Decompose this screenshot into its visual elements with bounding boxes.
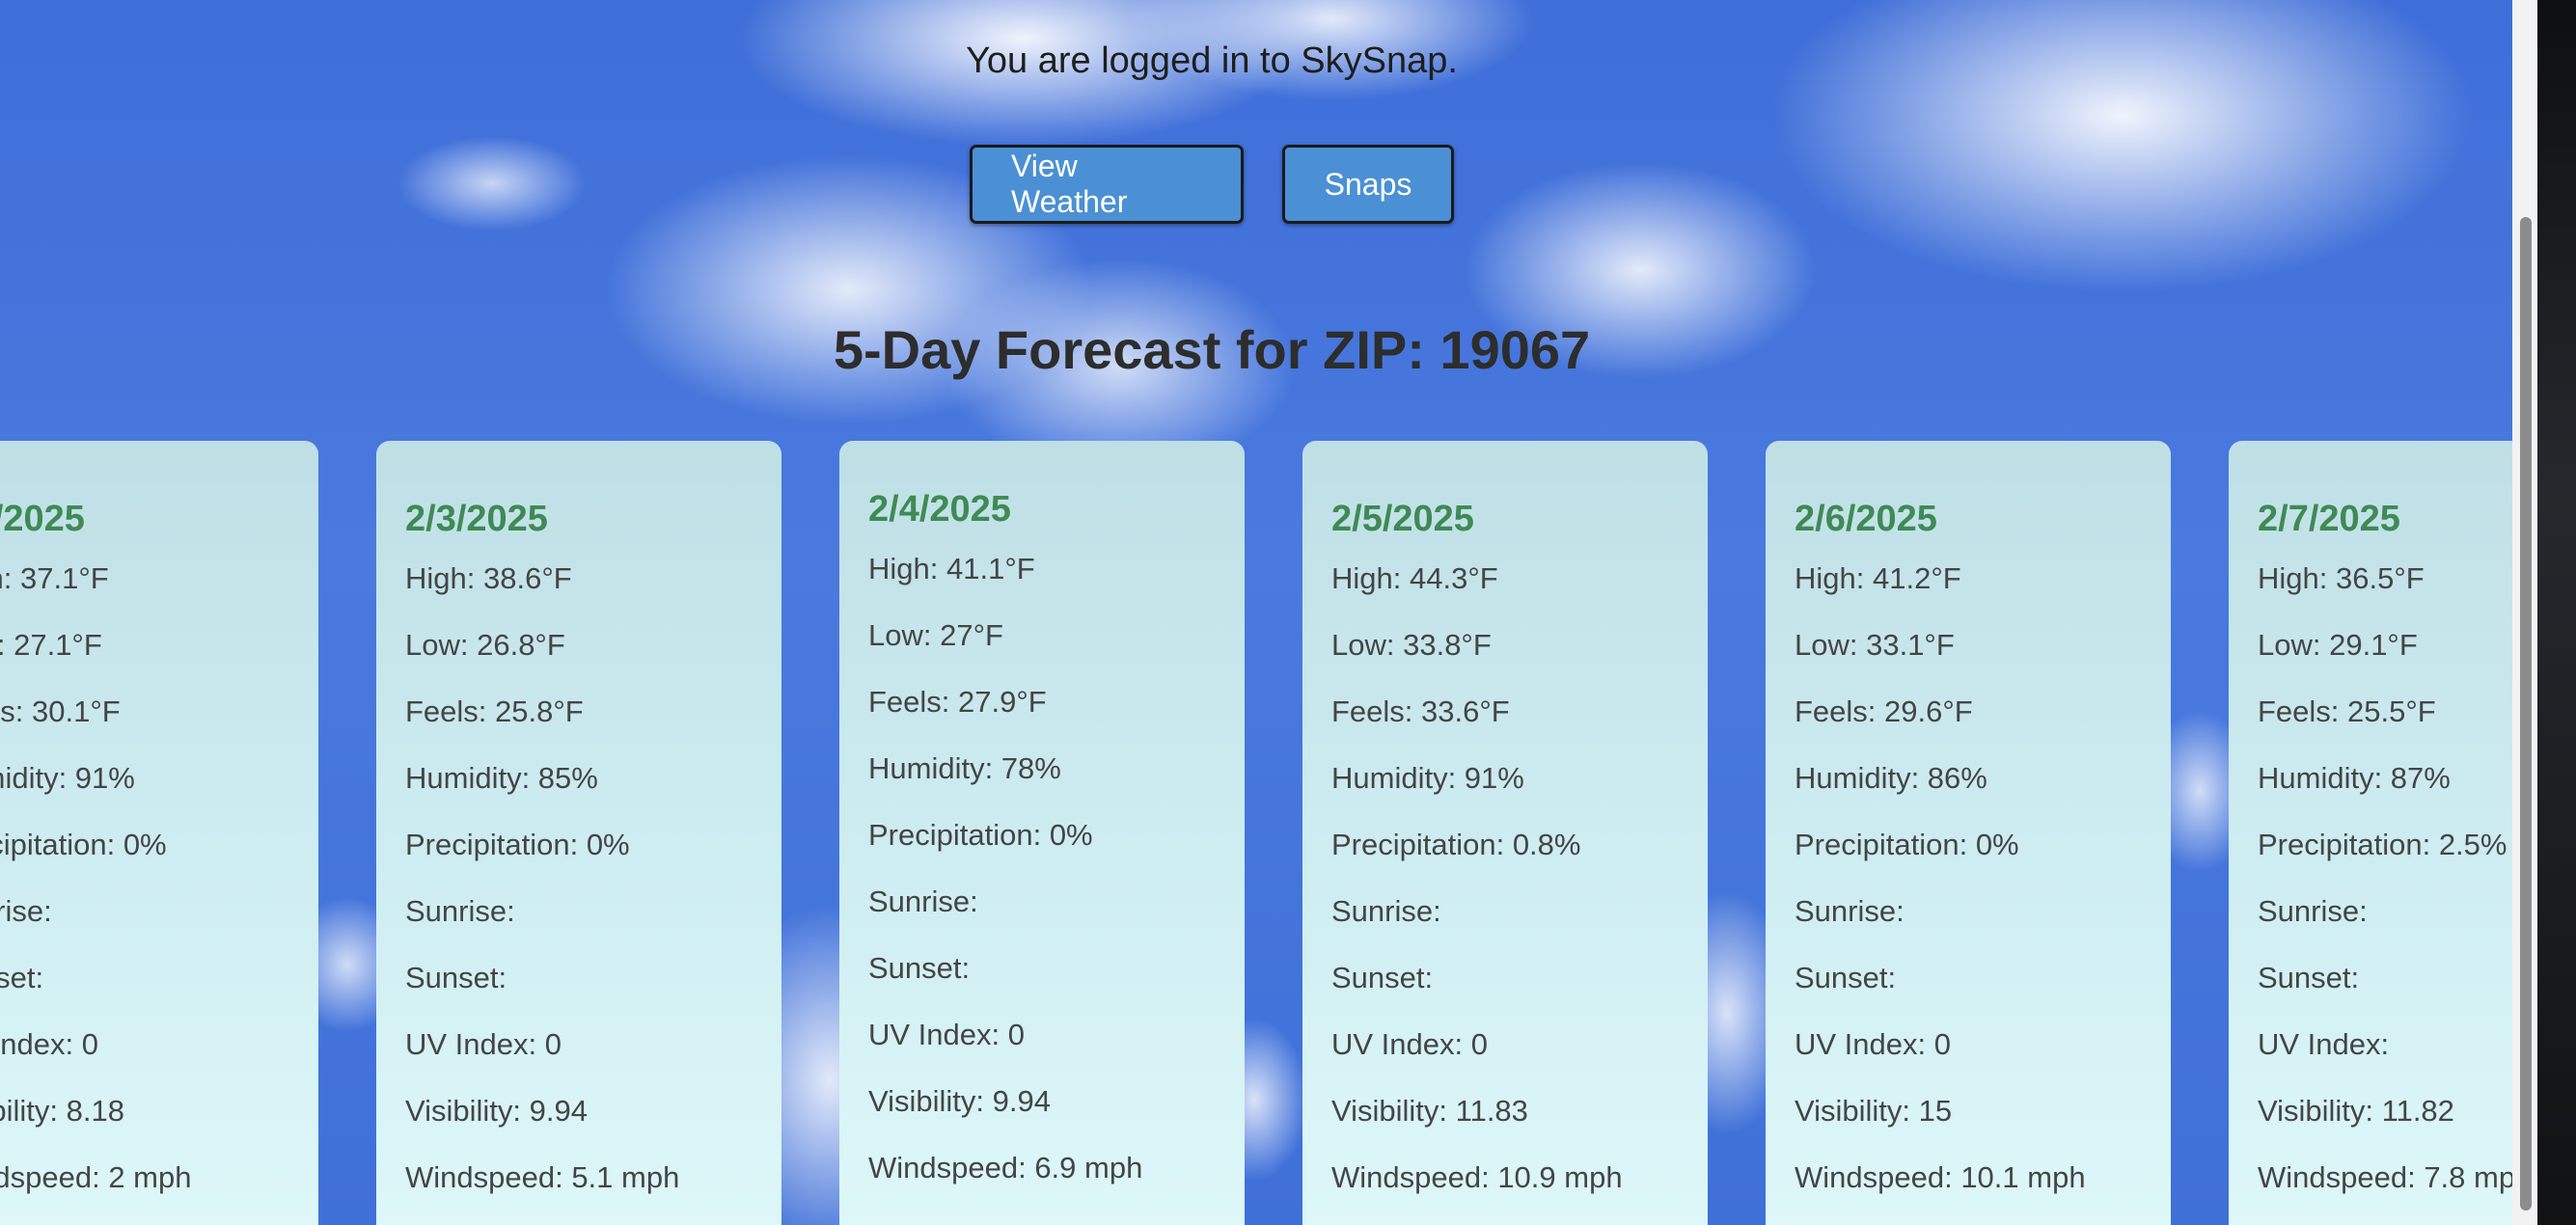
card-precipitation: Precipitation: 2.5% [2258, 828, 2507, 861]
card-feels: Feels: 25.5°F [2258, 694, 2436, 728]
card-sunrise: Sunrise: [2258, 894, 2368, 928]
snaps-button[interactable]: Snaps [1282, 145, 1454, 224]
card-date: 2/7/2025 [2258, 499, 2400, 539]
card-feels: Feels: 33.6°F [1331, 694, 1510, 728]
card-high: High: 38.6°F [405, 561, 572, 595]
view-weather-button[interactable]: View Weather [970, 145, 1244, 224]
card-high: High: 44.3°F [1331, 561, 1498, 595]
card-windspeed: Windspeed: 7.8 mph [2258, 1160, 2512, 1194]
card-visibility: Visibility: 9.94 [868, 1084, 1051, 1118]
card-visibility: Visibility: 11.82 [2258, 1094, 2454, 1128]
forecast-card: 2/4/2025 High: 41.1°F Low: 27°F Feels: 2… [839, 441, 1245, 1225]
nav-buttons: View Weather Snaps [0, 145, 2424, 224]
forecast-title: 5-Day Forecast for ZIP: 19067 [833, 319, 1591, 380]
login-status-message: You are logged in to SkySnap. [966, 41, 1458, 81]
card-windspeed: Windspeed: 6.9 mph [868, 1151, 1143, 1184]
card-sunrise: Sunrise: [1795, 894, 1905, 928]
card-feels: Feels: 30.1°F [0, 694, 121, 728]
card-windspeed: Windspeed: 10.1 mph [1795, 1160, 2086, 1194]
card-sunrise: Sunrise: [868, 885, 978, 918]
sky-background: You are logged in to SkySnap. View Weath… [0, 0, 2512, 1225]
card-high: High: 41.1°F [868, 552, 1035, 585]
card-visibility: Visibility: 15 [1795, 1094, 1953, 1128]
forecast-card: 2/2/2025 High: 37.1°F Low: 27.1°F Feels:… [0, 441, 318, 1225]
card-uv-index: UV Index: [2258, 1027, 2390, 1061]
card-precipitation: Precipitation: 0.8% [1331, 828, 1581, 861]
card-low: Low: 26.8°F [405, 628, 565, 662]
card-sunset: Sunset: [868, 951, 971, 985]
card-feels: Feels: 25.8°F [405, 694, 584, 728]
card-high: High: 37.1°F [0, 561, 109, 595]
card-sunrise: Sunrise: [405, 894, 515, 928]
card-sunset: Sunset: [405, 961, 507, 994]
card-precipitation: Precipitation: 0% [1795, 828, 2019, 861]
card-uv-index: UV Index: 0 [1795, 1027, 1951, 1061]
card-humidity: Humidity: 85% [405, 761, 598, 795]
scrollbar-thumb[interactable] [2520, 217, 2532, 1211]
card-visibility: Visibility: 11.83 [1331, 1094, 1528, 1128]
card-low: Low: 33.8°F [1331, 628, 1492, 662]
card-humidity: Humidity: 78% [868, 751, 1061, 785]
card-humidity: Humidity: 91% [0, 761, 135, 795]
card-humidity: Humidity: 86% [1795, 761, 1987, 795]
card-uv-index: UV Index: 0 [405, 1027, 562, 1061]
card-low: Low: 27°F [868, 618, 1003, 652]
forecast-card: 2/5/2025 High: 44.3°F Low: 33.8°F Feels:… [1302, 441, 1708, 1225]
card-sunrise: Sunrise: [0, 894, 52, 928]
card-sunset: Sunset: [1795, 961, 1897, 994]
card-date: 2/3/2025 [405, 499, 548, 539]
card-uv-index: UV Index: 0 [868, 1018, 1025, 1051]
card-date: 2/6/2025 [1795, 499, 1937, 539]
vertical-scrollbar[interactable] [2512, 0, 2537, 1225]
card-visibility: Visibility: 8.18 [0, 1094, 124, 1128]
card-precipitation: Precipitation: 0% [405, 828, 630, 861]
card-humidity: Humidity: 87% [2258, 761, 2451, 795]
forecast-card: 2/6/2025 High: 41.2°F Low: 33.1°F Feels:… [1766, 441, 2171, 1225]
card-uv-index: UV Index: 0 [1331, 1027, 1488, 1061]
card-precipitation: Precipitation: 0% [0, 828, 167, 861]
adjacent-window-edge [2537, 0, 2576, 1225]
card-feels: Feels: 29.6°F [1795, 694, 1973, 728]
forecast-card: 2/3/2025 High: 38.6°F Low: 26.8°F Feels:… [376, 441, 781, 1225]
card-sunset: Sunset: [0, 961, 44, 994]
card-feels: Feels: 27.9°F [868, 685, 1047, 719]
card-high: High: 41.2°F [1795, 561, 1961, 595]
card-precipitation: Precipitation: 0% [868, 818, 1093, 852]
card-low: Low: 29.1°F [2258, 628, 2418, 662]
card-sunset: Sunset: [2258, 961, 2360, 994]
card-sunset: Sunset: [1331, 961, 1434, 994]
page: You are logged in to SkySnap. View Weath… [0, 0, 2576, 1225]
card-date: 2/4/2025 [868, 489, 1011, 530]
card-windspeed: Windspeed: 10.9 mph [1331, 1160, 1623, 1194]
card-date: 2/2/2025 [0, 499, 85, 539]
card-sunrise: Sunrise: [1331, 894, 1441, 928]
card-windspeed: Windspeed: 2 mph [0, 1160, 192, 1194]
card-date: 2/5/2025 [1331, 499, 1474, 539]
forecast-cards: 2/2/2025 High: 37.1°F Low: 27.1°F Feels:… [0, 441, 2512, 1225]
card-high: High: 36.5°F [2258, 561, 2425, 595]
forecast-card: 2/7/2025 High: 36.5°F Low: 29.1°F Feels:… [2229, 441, 2512, 1225]
card-low: Low: 33.1°F [1795, 628, 1955, 662]
card-low: Low: 27.1°F [0, 628, 102, 662]
card-uv-index: UV Index: 0 [0, 1027, 98, 1061]
card-windspeed: Windspeed: 5.1 mph [405, 1160, 680, 1194]
card-humidity: Humidity: 91% [1331, 761, 1524, 795]
card-visibility: Visibility: 9.94 [405, 1094, 588, 1128]
